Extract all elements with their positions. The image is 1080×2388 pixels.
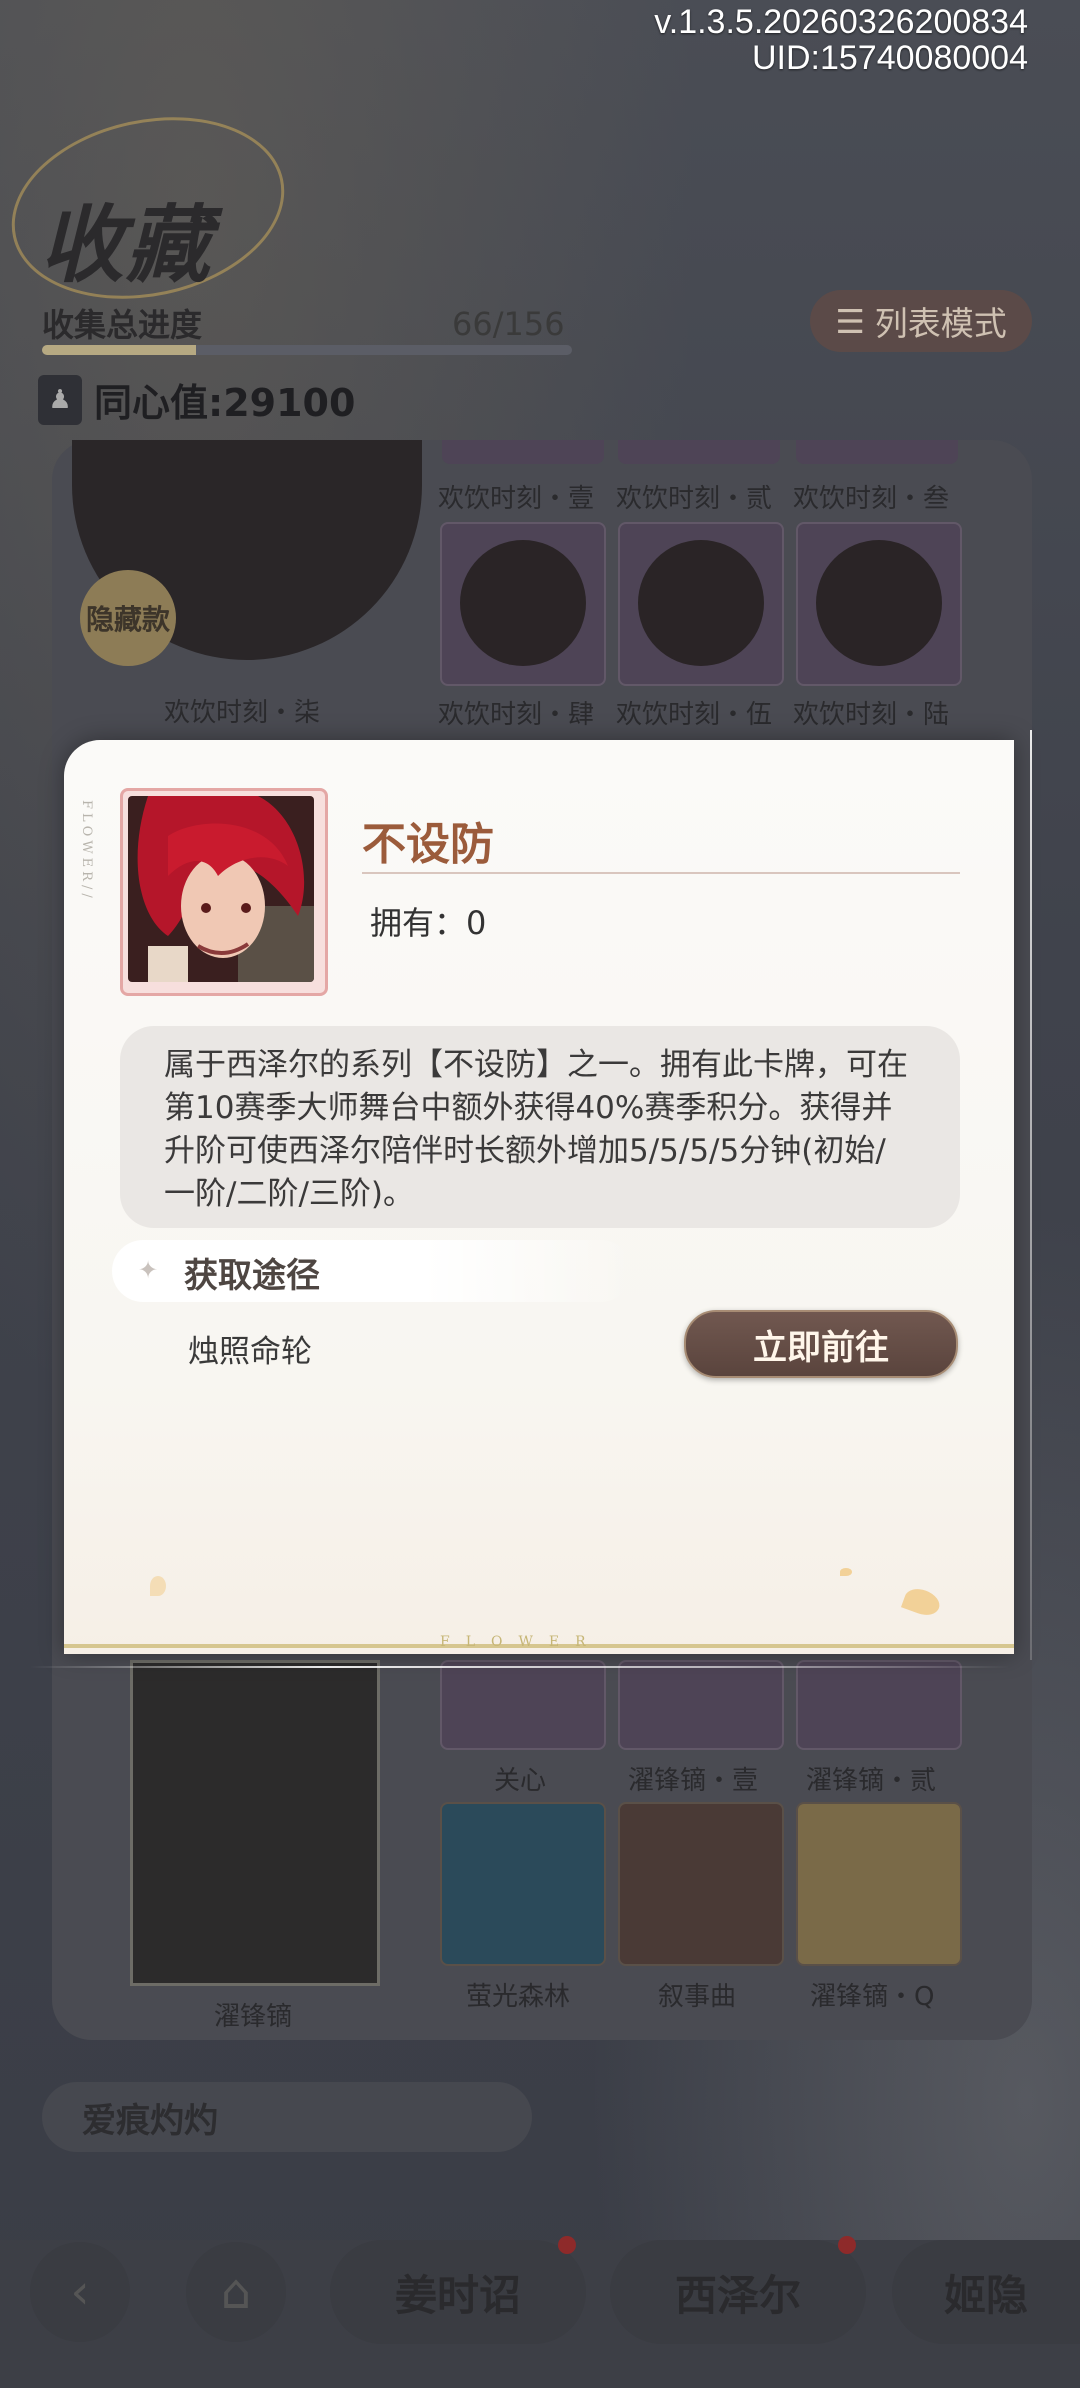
- home-icon[interactable]: ⌂: [186, 2242, 286, 2342]
- featured-card[interactable]: [130, 1660, 380, 1986]
- tab-label: 姬隐: [943, 2270, 1028, 2320]
- affinity-display: ♟ 同心值:29100: [38, 372, 355, 427]
- card-label: 欢饮时刻・陆: [793, 700, 950, 730]
- user-uid: UID:15740080004: [751, 39, 1028, 77]
- side-deco-text: FLOWER//: [79, 800, 94, 902]
- petal-decoration: [840, 1568, 852, 1576]
- sparkle-edge: [1030, 730, 1032, 1660]
- notification-dot: [838, 2236, 856, 2254]
- tab-character-active[interactable]: 西泽尔: [610, 2240, 866, 2344]
- card-art: [638, 540, 764, 666]
- list-mode-button[interactable]: ☰ 列表模式: [810, 290, 1032, 352]
- collection-card[interactable]: [796, 1660, 962, 1750]
- go-now-label: 立即前往: [753, 1327, 889, 1368]
- acquire-title: 获取途径: [184, 1256, 320, 1296]
- affinity-value: 同心值:29100: [94, 381, 356, 425]
- item-name: 不设防: [362, 819, 494, 870]
- notification-dot: [558, 2236, 576, 2254]
- build-version: v.1.3.5.20260326200834: [654, 3, 1028, 41]
- card-label: 萤光森林: [466, 1982, 571, 2012]
- tab-character[interactable]: 姜时诏: [330, 2240, 586, 2344]
- progress-label: 收集总进度: [42, 306, 203, 344]
- collection-card[interactable]: [796, 1802, 962, 1966]
- title-divider: [362, 872, 960, 874]
- collection-card[interactable]: [440, 1802, 606, 1966]
- progress-bar: [42, 345, 572, 355]
- card-art: [816, 540, 942, 666]
- card-art: [460, 540, 586, 666]
- sparkle-edge: [30, 1666, 1010, 1668]
- item-description: 属于西泽尔的系列【不设防】之一。拥有此卡牌，可在第10赛季大师舞台中额外获得40…: [120, 1026, 960, 1228]
- featured-card-label: 欢饮时刻・柒: [164, 698, 321, 728]
- version-info: v.1.3.5.20260326200834 UID:15740080004: [654, 4, 1028, 76]
- portrait-art: [128, 796, 314, 982]
- card-label: 欢饮时刻・伍: [616, 700, 773, 730]
- collection-card[interactable]: [796, 522, 962, 686]
- collection-card[interactable]: [618, 440, 780, 464]
- collection-card[interactable]: [440, 1660, 606, 1750]
- petal-decoration: [150, 1576, 166, 1596]
- progress-count: 66/156: [452, 305, 565, 343]
- source-name: 烛照命轮: [188, 1334, 312, 1370]
- character-icon: ♟: [38, 374, 82, 425]
- collection-card[interactable]: [440, 522, 606, 686]
- card-portrait: [128, 796, 314, 982]
- list-icon: ☰: [835, 301, 865, 341]
- card-label: 欢饮时刻・肆: [438, 700, 595, 730]
- featured-card-label: 濯锋镝: [214, 2002, 293, 2032]
- tab-label: 西泽尔: [674, 2270, 801, 2320]
- collection-card[interactable]: [618, 522, 784, 686]
- card-label: 濯锋镝・Q: [810, 1982, 935, 2012]
- petal-decoration: [900, 1584, 944, 1620]
- card-label: 叙事曲: [658, 1982, 737, 2012]
- collection-card[interactable]: [618, 1660, 784, 1750]
- footer-deco-text: FLOWER: [440, 1634, 602, 1650]
- card-label: 关心: [494, 1766, 547, 1796]
- card-label: 欢饮时刻・贰: [616, 484, 773, 514]
- sparkle-icon: ✦: [138, 1256, 159, 1284]
- card-label: 濯锋镝・壹: [628, 1766, 759, 1796]
- card-label: 欢饮时刻・叁: [793, 484, 950, 514]
- collection-card[interactable]: [796, 440, 958, 464]
- collection-card[interactable]: [618, 1802, 784, 1966]
- tab-label: 姜时诏: [394, 2270, 521, 2320]
- page-title: 收藏: [40, 195, 213, 294]
- section-title: 爱痕灼灼: [82, 2100, 218, 2141]
- owned-count: 拥有：0: [370, 904, 487, 942]
- hidden-badge: 隐藏款: [80, 570, 176, 666]
- tab-character[interactable]: 姬隐: [892, 2240, 1080, 2344]
- card-label: 欢饮时刻・壹: [438, 484, 595, 514]
- go-now-button[interactable]: 立即前往: [684, 1310, 958, 1378]
- progress-fill: [42, 345, 196, 355]
- list-mode-label: 列表模式: [874, 304, 1007, 343]
- card-label: 濯锋镝・贰: [806, 1766, 937, 1796]
- collection-card[interactable]: [442, 440, 604, 464]
- section-header[interactable]: 爱痕灼灼: [42, 2082, 532, 2152]
- back-icon[interactable]: ‹: [30, 2242, 130, 2342]
